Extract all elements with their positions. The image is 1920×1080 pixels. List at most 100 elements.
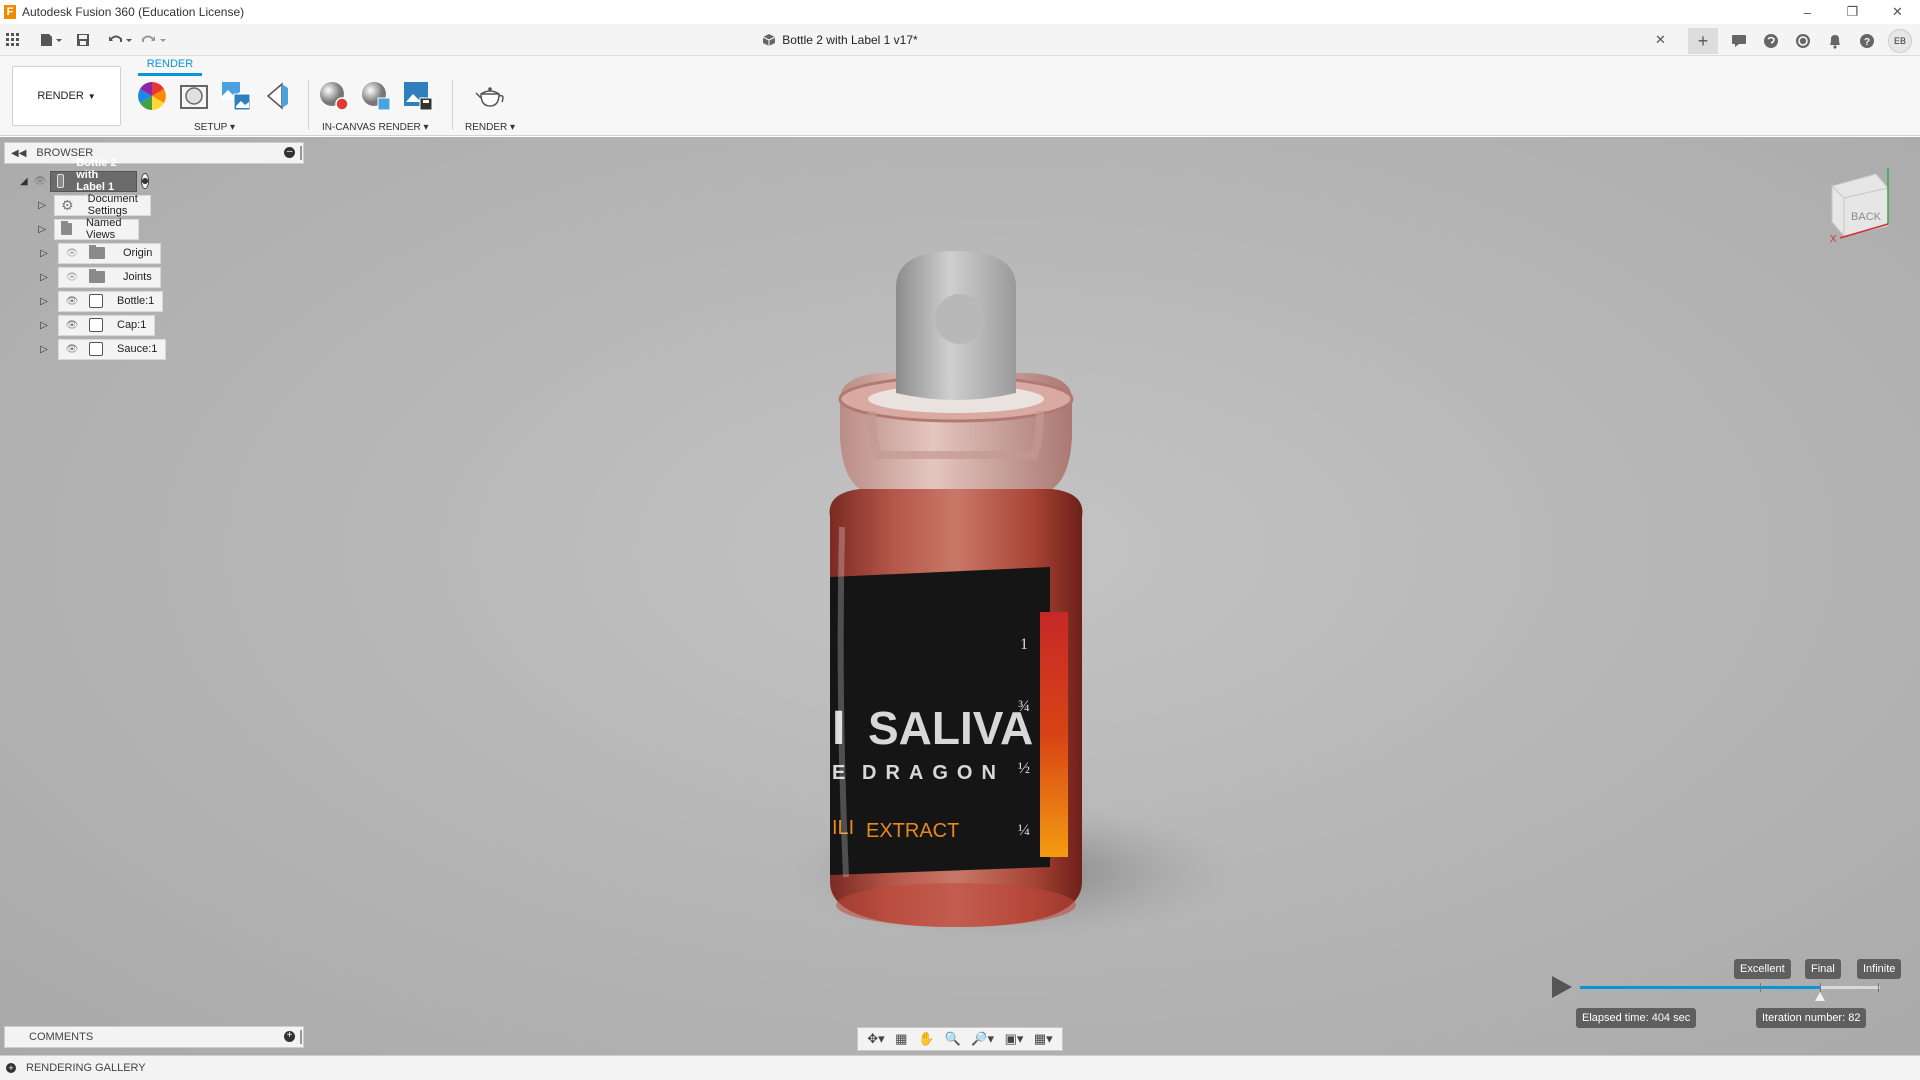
orbit-icon[interactable]: ✥▾ [867,1031,884,1047]
label-extract: EXTRACT [866,820,959,842]
document-cube-icon [763,34,776,46]
render-play-button[interactable] [1552,976,1572,998]
start-in-canvas-render-icon[interactable] [318,80,350,112]
tab-render[interactable]: RENDER [138,58,202,76]
hidden-eye-icon[interactable]: 👁 [65,248,79,259]
svg-text:?: ? [1864,37,1870,48]
quality-level-final[interactable]: Final [1805,959,1841,979]
minus-circle-icon[interactable]: – [284,147,295,158]
expand-triangle-icon[interactable]: ▷ [38,223,46,235]
tree-item-document-settings[interactable]: ▷ ⚙ Document Settings [38,193,151,217]
tree-item-origin[interactable]: ▷ 👁 Origin [38,242,162,264]
tree-item-sauce[interactable]: ▷ 👁 Sauce:1 [38,338,167,360]
chat-icon[interactable] [1728,30,1750,52]
render-teapot-icon[interactable] [474,80,506,112]
toolbar-ribbon: RENDER ▼ RENDER SETUP ▾ IN-CANVAS RENDER… [0,56,1920,136]
fit-zoom-window-icon[interactable]: 🔎▾ [971,1031,994,1047]
quality-level-infinite[interactable]: Infinite [1857,959,1902,979]
tree-item-bottle[interactable]: ▷ 👁 Bottle:1 [38,290,164,312]
setup-group-label[interactable]: SETUP ▾ [194,122,235,133]
look-at-icon[interactable]: ▦ [895,1031,907,1047]
tree-node[interactable]: Named Views [54,217,140,241]
expand-triangle-icon[interactable]: ▷ [38,247,50,259]
rendering-gallery-bar[interactable]: + RENDERING GALLERY [0,1055,1920,1080]
activate-radio-icon[interactable] [140,173,150,189]
restore-button[interactable]: ❐ [1830,0,1875,24]
visibility-eye-icon[interactable]: 👁 [65,296,79,307]
panel-resize-handle[interactable] [300,1030,302,1044]
app-title: Autodesk Fusion 360 (Education License) [22,5,245,19]
component-icon [89,318,103,332]
tree-item-cap[interactable]: ▷ 👁 Cap:1 [38,314,156,336]
tree-item-named-views[interactable]: ▷ Named Views [38,217,140,241]
navigation-toolbar: ✥▾ ▦ ✋ 🔍 🔎▾ ▣▾ ▦▾ [857,1027,1063,1051]
scale-mark-3-4: ¾ [1018,698,1030,715]
browser-panel-header: ◀◀ BROWSER – [4,142,304,164]
slider-thumb[interactable] [1815,992,1825,1001]
tree-item-joints[interactable]: ▷ 👁 Joints [38,266,161,288]
extensions-icon[interactable] [1760,30,1782,52]
tree-node[interactable]: 👁 Bottle:1 [58,290,164,312]
view-cube[interactable]: BACK X [1826,164,1896,245]
expand-gallery-icon[interactable]: + [6,1063,16,1073]
data-panel-grid-icon[interactable] [6,30,20,50]
capture-image-icon[interactable] [402,80,434,112]
render-group-label[interactable]: RENDER ▾ [465,122,515,133]
window-controls: – ❐ ✕ [1785,0,1920,24]
in-canvas-render-settings-icon[interactable] [360,80,392,112]
notifications-bell-icon[interactable] [1824,30,1846,52]
expand-triangle-icon[interactable]: ▷ [38,199,46,211]
tree-node[interactable]: 👁 Cap:1 [58,314,156,336]
panel-resize-handle[interactable] [300,146,302,160]
render-quality-slider[interactable] [1580,983,1880,1001]
folder-icon [89,245,105,259]
new-tab-button[interactable]: + [1688,28,1718,54]
visibility-eye-icon[interactable]: 👁 [65,344,79,355]
display-settings-icon[interactable]: ▣▾ [1005,1031,1024,1047]
visibility-eye-icon[interactable]: 👁 [65,320,79,331]
texture-map-icon[interactable] [220,80,252,112]
tree-node[interactable]: 👁 Joints [58,266,161,288]
save-icon[interactable] [76,30,90,50]
in-canvas-render-group-label[interactable]: IN-CANVAS RENDER ▾ [322,122,429,133]
expand-triangle-icon[interactable]: ▷ [38,319,50,331]
tree-node[interactable]: 👁 Origin [58,242,162,264]
expand-triangle-icon[interactable]: ▷ [38,343,50,355]
close-window-button[interactable]: ✕ [1875,0,1920,24]
ribbon-separator [452,80,453,130]
comments-panel-header[interactable]: COMMENTS + [4,1026,304,1048]
file-menu-icon[interactable] [40,30,62,50]
collapse-panel-icon[interactable]: ◀◀ [11,148,26,159]
pan-hand-icon[interactable]: ✋ [918,1031,934,1047]
redo-icon[interactable] [142,30,168,50]
expand-triangle-icon[interactable]: ▷ [38,295,50,307]
document-tab[interactable]: Bottle 2 with Label 1 v17* [762,33,918,47]
tree-root-node[interactable]: Bottle 2 with Label 1 v17 [50,157,137,205]
label-brand-name: SALIVA [868,702,1033,754]
workspace-switcher-button[interactable]: RENDER ▼ [12,66,121,126]
help-icon[interactable]: ? [1856,30,1878,52]
quality-level-excellent[interactable]: Excellent [1734,959,1791,979]
view-cube-face-label: BACK [1851,211,1882,223]
tree-root-row[interactable]: ◢ 👁 Bottle 2 with Label 1 v17 [20,157,150,205]
grid-settings-icon[interactable]: ▦▾ [1034,1031,1053,1047]
hidden-eye-icon[interactable]: 👁 [65,272,79,283]
user-avatar[interactable]: EB [1888,29,1912,53]
job-status-icon[interactable] [1792,30,1814,52]
expand-triangle-icon[interactable]: ▷ [38,271,50,283]
decal-icon[interactable] [262,80,294,112]
tree-node[interactable]: ⚙ Document Settings [54,193,151,217]
scene-settings-icon[interactable] [178,80,210,112]
tree-node[interactable]: 👁 Sauce:1 [58,338,167,360]
minimize-button[interactable]: – [1785,0,1830,24]
zoom-icon[interactable]: 🔍 [945,1031,961,1047]
rendered-bottle-scene: I SALIVA E DRAGON ILI EXTRACT 1 ¾ ½ ¼ [780,251,1240,942]
rendering-gallery-title: RENDERING GALLERY [26,1062,146,1074]
undo-icon[interactable] [108,30,134,50]
collapse-triangle-icon[interactable]: ◢ [20,175,28,187]
render-viewport[interactable]: I SALIVA E DRAGON ILI EXTRACT 1 ¾ ½ ¼ [0,137,1920,1055]
visibility-eye-icon[interactable]: 👁 [34,176,47,187]
add-comment-icon[interactable]: + [284,1031,295,1042]
close-tab-icon[interactable]: ✕ [1655,32,1666,48]
appearance-color-wheel-icon[interactable] [136,80,168,112]
